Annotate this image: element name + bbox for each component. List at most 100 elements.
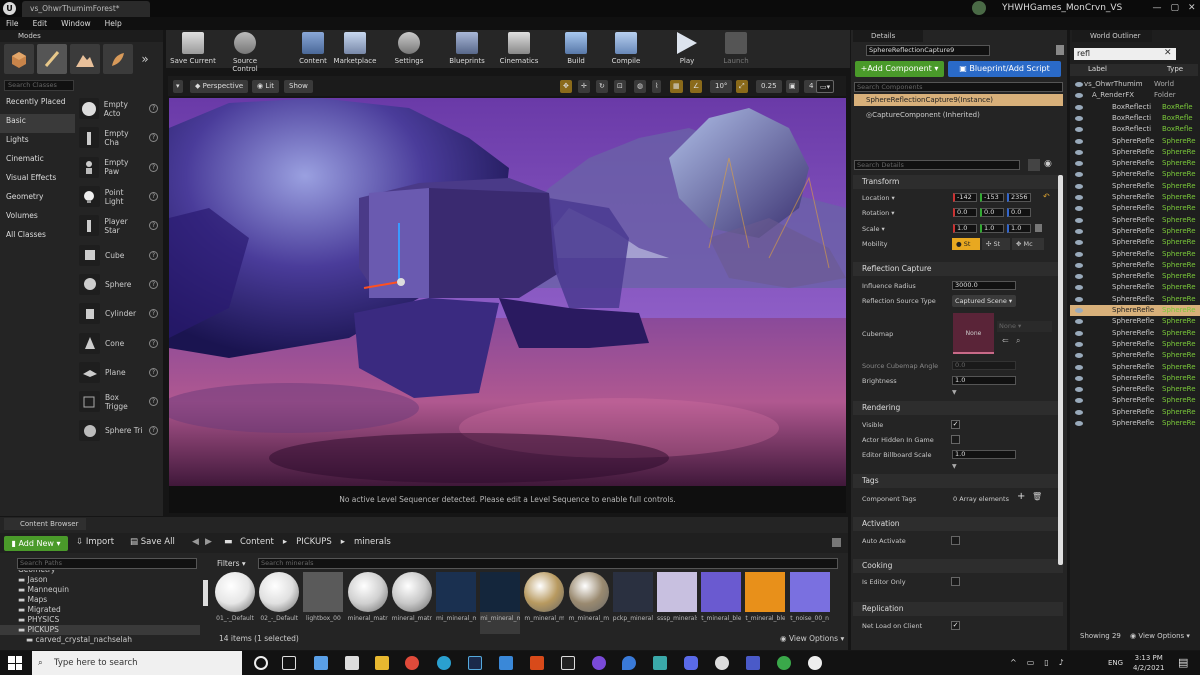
epic-games-icon[interactable] (561, 656, 575, 670)
visibility-eye-icon[interactable] (1075, 172, 1083, 178)
translate-mode-icon[interactable]: ✛ (578, 80, 590, 93)
outliner-row[interactable]: SphereRefle SphereRe (1070, 214, 1200, 226)
place-item[interactable]: Sphere Tri? (76, 416, 163, 445)
viewport-options-button[interactable]: ▾ (173, 80, 183, 93)
net-load-checkbox[interactable]: ✓ (951, 621, 960, 630)
discord-icon[interactable] (684, 656, 698, 670)
asset-tile[interactable]: 01_-_Default (215, 572, 255, 634)
location-x-field[interactable]: -142 (953, 193, 977, 202)
location-z-field[interactable]: 2356 (1007, 193, 1031, 202)
category-recently-placed[interactable]: Recently Placed (0, 95, 75, 114)
outliner-row[interactable]: SphereRefle SphereRe (1070, 406, 1200, 418)
place-item[interactable]: Empty Cha? (76, 123, 163, 152)
visibility-eye-icon[interactable] (1075, 82, 1083, 87)
build-button[interactable]: Build (552, 32, 600, 65)
rotation-label[interactable]: Rotation ▾ (862, 209, 895, 217)
section-cooking[interactable]: Cooking (853, 559, 1063, 573)
unreal-logo-icon[interactable]: U (3, 2, 16, 15)
visibility-eye-icon[interactable] (1075, 127, 1083, 133)
content-browser-tab[interactable]: Content Browser (4, 518, 86, 530)
mobility-static-button[interactable]: ● St (952, 238, 980, 250)
label-column-header[interactable]: Label (1088, 65, 1107, 73)
asset-tile[interactable]: sssp_minerals (657, 572, 697, 634)
surface-snap-icon[interactable]: ⌇ (652, 80, 662, 93)
rendering-expand-icon[interactable]: ▼ (952, 463, 957, 470)
visibility-eye-icon[interactable] (1075, 308, 1083, 313)
search-assets-input[interactable]: Search minerals (258, 558, 838, 569)
scale-y-field[interactable]: 1.0 (980, 224, 1004, 233)
place-item[interactable]: Cylinder? (76, 299, 163, 328)
asset-tile[interactable]: 02_-_Default (259, 572, 300, 634)
outliner-row[interactable]: SphereRefle SphereRe (1070, 192, 1200, 203)
tree-folder-physics[interactable]: ▬ PHYSICS (0, 615, 200, 625)
details-scrollbar[interactable] (1058, 175, 1063, 565)
category-cinematic[interactable]: Cinematic (0, 152, 75, 171)
tree-folder-jason[interactable]: ▬ Jason (0, 575, 200, 585)
asset-tile[interactable]: m_mineral_matrix_cube (568, 572, 609, 634)
section-reflection-capture[interactable]: Reflection Capture (853, 262, 1063, 276)
visibility-eye-icon[interactable] (1075, 104, 1083, 110)
help-icon[interactable]: ? (149, 279, 158, 289)
chrome-icon[interactable] (405, 656, 419, 670)
scale-snap-value[interactable]: 0.25 (756, 80, 782, 93)
reflection-capture-sprite[interactable] (397, 278, 405, 286)
app-icon[interactable] (314, 656, 328, 670)
content-button[interactable]: Content (289, 32, 337, 65)
section-rendering[interactable]: Rendering (853, 401, 1063, 415)
outliner-row[interactable]: SphereRefle SphereRe (1070, 259, 1200, 271)
mobility-stationary-button[interactable]: ✣ St (982, 238, 1010, 250)
help-icon[interactable]: ? (149, 426, 158, 436)
app-icon[interactable] (592, 656, 606, 670)
scale-z-field[interactable]: 1.0 (1007, 224, 1031, 233)
language-indicator[interactable]: ENG (1108, 659, 1123, 667)
outliner-row[interactable]: SphereRefle SphereRe (1070, 248, 1200, 260)
edge-icon[interactable] (437, 656, 451, 670)
grid-snap-icon[interactable]: ▦ (670, 80, 683, 93)
visibility-eye-icon[interactable] (1075, 387, 1083, 393)
visibility-eye-icon[interactable] (1075, 375, 1083, 381)
outliner-row[interactable]: BoxReflecti BoxRefle (1070, 101, 1200, 113)
visibility-eye-icon[interactable] (1075, 330, 1083, 336)
more-modes-icon[interactable]: » (136, 44, 154, 74)
maps-icon[interactable] (622, 656, 636, 670)
visibility-eye-icon[interactable] (1075, 319, 1083, 325)
visibility-eye-icon[interactable] (1075, 274, 1083, 280)
visibility-eye-icon[interactable] (1075, 353, 1083, 359)
outliner-row[interactable]: SphereRefle SphereRe (1070, 169, 1200, 181)
place-item[interactable]: Player Star? (76, 211, 163, 240)
breadcrumb-pickups[interactable]: PICKUPS (296, 537, 332, 547)
paint-mode-button[interactable] (37, 44, 67, 74)
outliner-row[interactable]: SphereRefle SphereRe (1070, 146, 1200, 158)
app-icon[interactable] (777, 656, 791, 670)
use-selected-icon[interactable]: ⇐ (1002, 336, 1009, 345)
scale-mode-icon[interactable]: ⊡ (614, 80, 626, 93)
asset-tile[interactable]: lightbox_00 (303, 572, 344, 634)
back-icon[interactable]: ◀ (192, 537, 199, 547)
visibility-eye-icon[interactable]: ◉ (1044, 159, 1056, 171)
outliner-row[interactable]: vs_OhwrThumim World (1070, 79, 1200, 90)
mobility-movable-button[interactable]: ✥ Mc (1012, 238, 1044, 250)
capture-component-row[interactable]: ◎CaptureComponent (Inherited) (866, 111, 980, 119)
tree-folder-carved-crystal[interactable]: ▬ carved_crystal_nachselah (0, 635, 200, 645)
cubemap-thumbnail[interactable]: None (953, 313, 994, 354)
help-icon[interactable]: ? (149, 162, 158, 172)
help-icon[interactable]: ? (149, 338, 158, 348)
help-icon[interactable]: ? (149, 397, 158, 407)
search-components-input[interactable]: Search Components (854, 82, 1063, 92)
actor-name-field[interactable]: SphereReflectionCapture9 (866, 45, 990, 56)
outliner-row[interactable]: SphereRefle SphereRe (1070, 237, 1200, 249)
cubemap-dropdown[interactable]: None ▾ (997, 321, 1052, 332)
menu-file[interactable]: File (6, 17, 19, 30)
forward-icon[interactable]: ▶ (205, 537, 212, 547)
import-button[interactable]: ⇩ Import (76, 537, 114, 547)
help-icon[interactable]: ? (149, 309, 158, 319)
asset-tile[interactable]: mi_mineral_matrix_cube (480, 572, 521, 634)
breadcrumb-minerals[interactable]: minerals (354, 537, 391, 547)
document-tab[interactable]: vs_OhwrThumimForest* (22, 1, 150, 17)
cinematics-button[interactable]: Cinematics (495, 32, 543, 65)
photoshop-icon[interactable] (468, 656, 482, 670)
section-tags[interactable]: Tags (853, 474, 1063, 488)
help-icon[interactable]: ? (149, 367, 158, 377)
scale-x-field[interactable]: 1.0 (953, 224, 977, 233)
is-editor-only-checkbox[interactable] (951, 577, 960, 586)
